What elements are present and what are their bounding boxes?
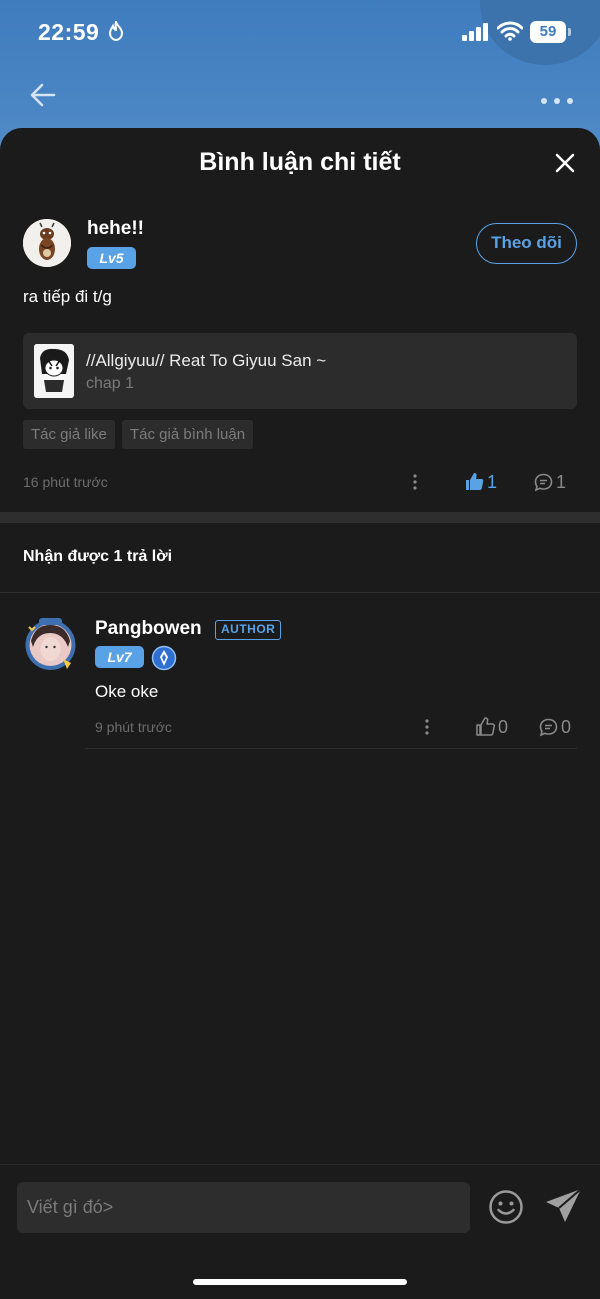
comment-like-count: 1 xyxy=(487,472,498,492)
reply-like-count: 0 xyxy=(498,717,509,737)
reply-bubble-icon[interactable] xyxy=(539,718,558,742)
story-thumbnail xyxy=(34,344,74,398)
sheet-title: Bình luận chi tiết xyxy=(199,148,401,176)
divider xyxy=(85,748,577,749)
tag-author-comment: Tác giả bình luận xyxy=(122,420,254,449)
thumbs-up-icon[interactable] xyxy=(465,472,484,496)
send-icon[interactable] xyxy=(545,1188,583,1229)
replies-header: Nhận được 1 trả lời xyxy=(23,548,173,565)
reply-bubble-icon[interactable] xyxy=(534,473,553,497)
follow-button[interactable]: Theo dõi xyxy=(476,223,577,264)
flame-icon xyxy=(108,18,124,46)
author-badge: AUTHOR xyxy=(215,620,282,640)
comment-text: ra tiếp đi t/g xyxy=(23,287,112,306)
reply-timestamp: 9 phút trước xyxy=(95,719,172,735)
more-options-icon[interactable] xyxy=(540,92,574,110)
reply-reply-count: 0 xyxy=(561,717,572,737)
reply-level-badge: Lv7 xyxy=(95,646,144,668)
section-divider xyxy=(0,512,600,523)
reply-avatar[interactable] xyxy=(23,617,78,672)
story-title: //Allgiyuu// Reat To Giyuu San ~ xyxy=(86,351,327,370)
commenter-level-badge: Lv5 xyxy=(87,247,136,269)
commenter-avatar[interactable] xyxy=(23,219,71,267)
emoji-icon[interactable] xyxy=(488,1189,524,1230)
home-indicator xyxy=(193,1279,407,1285)
close-icon[interactable] xyxy=(554,152,576,179)
rank-medal-icon xyxy=(151,645,177,676)
comment-input[interactable] xyxy=(17,1182,470,1233)
cellular-signal-icon xyxy=(462,23,490,46)
reply-username[interactable]: Pangbowen xyxy=(95,618,202,640)
comment-more-icon[interactable] xyxy=(413,474,417,495)
reply-more-icon[interactable] xyxy=(425,719,429,740)
thumbs-up-outline-icon[interactable] xyxy=(476,717,496,741)
wifi-icon xyxy=(496,21,524,46)
input-bar-divider xyxy=(0,1164,600,1165)
reply-text: Oke oke xyxy=(95,682,159,701)
story-card[interactable]: //Allgiyuu// Reat To Giyuu San ~ chap 1 xyxy=(23,333,577,409)
back-arrow-icon[interactable] xyxy=(28,80,58,115)
story-chapter: chap 1 xyxy=(86,375,135,392)
commenter-username[interactable]: hehe!! xyxy=(87,218,144,240)
battery-indicator: 59 xyxy=(530,21,571,43)
status-time: 22:59 xyxy=(38,19,100,45)
tag-author-like: Tác giả like xyxy=(23,420,115,449)
comment-detail-sheet: Bình luận chi tiết hehe!! Lv5 Theo dõi r… xyxy=(0,128,600,1299)
comment-reply-count: 1 xyxy=(556,472,567,492)
comment-timestamp: 16 phút trước xyxy=(23,474,108,490)
divider xyxy=(0,592,600,593)
